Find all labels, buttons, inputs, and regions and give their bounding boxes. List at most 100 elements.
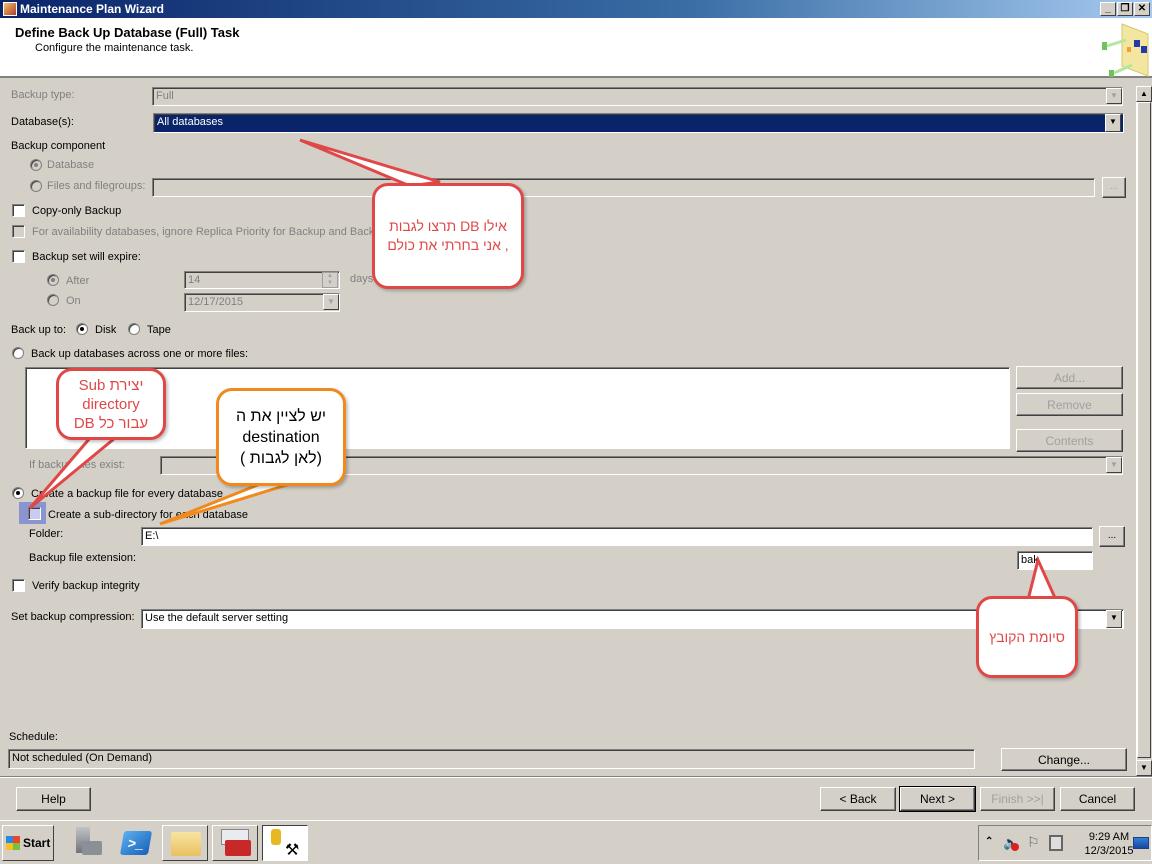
if-exist-label: If backup files exist: bbox=[29, 459, 125, 471]
action-center-flag-icon[interactable]: ⚐ bbox=[1027, 834, 1040, 851]
folder-browse-button[interactable]: ... bbox=[1099, 526, 1125, 547]
every-db-label: Create a backup file for every database bbox=[31, 488, 224, 500]
clock[interactable]: 9:29 AM 12/3/2015 bbox=[1079, 830, 1139, 858]
backup-to-label: Back up to: bbox=[11, 324, 67, 336]
copy-only-checkbox[interactable] bbox=[12, 204, 25, 217]
clock-time: 9:29 AM bbox=[1088, 831, 1130, 843]
page-subtitle: Configure the maintenance task. bbox=[35, 42, 194, 54]
expire-days-unit: days bbox=[350, 273, 374, 285]
chevron-down-icon: ▼ bbox=[323, 294, 339, 310]
explorer-task-button[interactable] bbox=[162, 825, 208, 861]
muted-badge-icon bbox=[1011, 843, 1019, 851]
scroll-down-button[interactable]: ▼ bbox=[1136, 760, 1152, 776]
component-database-radio bbox=[30, 159, 42, 171]
tools-icon: ⚒ bbox=[285, 842, 300, 859]
callout-line: directory bbox=[82, 395, 140, 413]
component-files-radio bbox=[30, 180, 42, 192]
databases-dropdown-button[interactable]: ▼ bbox=[1105, 114, 1121, 132]
databases-callout: אילו DB תרצו לגבות , אני בחרתי את כולם bbox=[372, 183, 524, 289]
server-manager-icon[interactable] bbox=[72, 827, 106, 859]
close-button[interactable]: ✕ bbox=[1134, 2, 1150, 16]
backup-files-list[interactable] bbox=[25, 367, 1010, 449]
app-icon bbox=[3, 2, 17, 16]
show-hidden-icons-button[interactable]: ⌃ bbox=[985, 836, 993, 847]
scroll-up-button[interactable]: ▲ bbox=[1136, 86, 1152, 102]
compression-dropdown-button[interactable]: ▼ bbox=[1106, 610, 1122, 628]
verify-label: Verify backup integrity bbox=[32, 580, 140, 592]
subdir-callout: יצירת Sub directory עבור כל DB bbox=[56, 368, 166, 440]
schedule-field: Not scheduled (On Demand) bbox=[8, 749, 975, 769]
network-icon[interactable] bbox=[1049, 835, 1063, 851]
backup-to-tape-radio[interactable] bbox=[128, 323, 140, 335]
wizard-graphic-icon bbox=[1102, 23, 1149, 77]
remove-file-button: Remove bbox=[1016, 393, 1123, 416]
show-desktop-icon[interactable] bbox=[1133, 837, 1149, 849]
start-label: Start bbox=[23, 836, 51, 850]
database-icon bbox=[271, 829, 281, 845]
expire-checkbox[interactable] bbox=[12, 250, 25, 263]
callout-line: עבור כל DB bbox=[73, 414, 149, 432]
availability-checkbox bbox=[12, 225, 25, 238]
windows-logo-icon bbox=[6, 836, 20, 850]
copy-only-label: Copy-only Backup bbox=[32, 205, 122, 217]
sql-management-task-button[interactable]: ⚒ bbox=[262, 825, 308, 861]
subdir-checkbox[interactable] bbox=[28, 507, 41, 520]
spinner-arrows-icon: ▲ ▼ bbox=[322, 272, 338, 288]
databases-label: Database(s): bbox=[11, 116, 74, 128]
across-files-label: Back up databases across one or more fil… bbox=[31, 348, 249, 360]
subdir-label: Create a sub-directory for each database bbox=[48, 509, 248, 521]
backup-to-disk-radio[interactable] bbox=[76, 323, 88, 335]
backup-to-disk-label: Disk bbox=[95, 324, 117, 336]
scroll-thumb[interactable] bbox=[1137, 102, 1151, 758]
toolbox-task-button[interactable] bbox=[212, 825, 258, 861]
expire-on-radio bbox=[47, 294, 59, 306]
window-title: Maintenance Plan Wizard bbox=[20, 2, 164, 16]
across-files-radio[interactable] bbox=[12, 347, 24, 359]
files-filegroups-field bbox=[152, 178, 1095, 197]
system-tray: ⌃ 🔈 ⚐ 9:29 AM 12/3/2015 bbox=[978, 825, 1152, 861]
footer-separator bbox=[0, 776, 1152, 778]
verify-checkbox[interactable] bbox=[12, 579, 25, 592]
databases-select[interactable]: All databases bbox=[153, 113, 1124, 133]
change-schedule-button[interactable]: Change... bbox=[1001, 748, 1127, 771]
cancel-button[interactable]: Cancel bbox=[1060, 787, 1135, 811]
extension-input[interactable]: bak bbox=[1017, 551, 1093, 570]
next-button[interactable]: Next > bbox=[899, 786, 976, 812]
expire-after-label: After bbox=[66, 275, 90, 287]
component-database-label: Database bbox=[47, 159, 95, 171]
extension-label: Backup file extension: bbox=[29, 552, 137, 564]
clock-date: 12/3/2015 bbox=[1084, 845, 1134, 857]
expire-days-spinner: 14 bbox=[184, 271, 340, 289]
expire-label: Backup set will expire: bbox=[32, 251, 141, 263]
callout-line: אילו DB תרצו לגבות bbox=[389, 218, 507, 234]
minimize-button[interactable]: _ bbox=[1100, 2, 1116, 16]
availability-label: For availability databases, ignore Repli… bbox=[32, 226, 372, 238]
chevron-down-icon: ▼ bbox=[1106, 457, 1122, 473]
powershell-icon[interactable]: >_ bbox=[119, 831, 153, 855]
files-browse-button: ... bbox=[1102, 177, 1126, 198]
expire-after-radio bbox=[47, 274, 59, 286]
help-button[interactable]: Help bbox=[16, 787, 91, 811]
extension-callout: סיומת הקובץ bbox=[976, 596, 1078, 678]
wizard-header: Define Back Up Database (Full) Task Conf… bbox=[0, 18, 1152, 78]
callout-line: יצירת Sub bbox=[78, 376, 144, 394]
destination-callout: יש לציין את ה destination (לאן לגבות ) bbox=[216, 388, 346, 486]
component-files-label: Files and filegroups: bbox=[47, 180, 146, 192]
folder-icon bbox=[171, 832, 201, 856]
chevron-down-icon: ▼ bbox=[1106, 88, 1122, 104]
backup-type-label: Backup type: bbox=[11, 89, 75, 101]
backup-component-label: Backup component bbox=[11, 140, 106, 152]
schedule-label: Schedule: bbox=[9, 731, 58, 743]
taskbar: Start >_ ⚒ ⌃ 🔈 ⚐ 9:29 AM 12/3/2015 bbox=[0, 820, 1152, 864]
folder-input[interactable]: E:\ bbox=[141, 527, 1093, 546]
callout-line: סיומת הקובץ bbox=[989, 628, 1065, 645]
backup-to-tape-label: Tape bbox=[147, 324, 171, 336]
add-file-button: Add... bbox=[1016, 366, 1123, 389]
callout-line: (לאן לגבות ) bbox=[240, 449, 322, 467]
folder-label: Folder: bbox=[29, 528, 64, 540]
back-button[interactable]: < Back bbox=[820, 787, 896, 811]
every-db-radio[interactable] bbox=[12, 487, 24, 499]
backup-type-select: Full bbox=[152, 87, 1123, 106]
restore-button[interactable]: ❐ bbox=[1117, 2, 1133, 16]
contents-button: Contents bbox=[1016, 429, 1123, 452]
